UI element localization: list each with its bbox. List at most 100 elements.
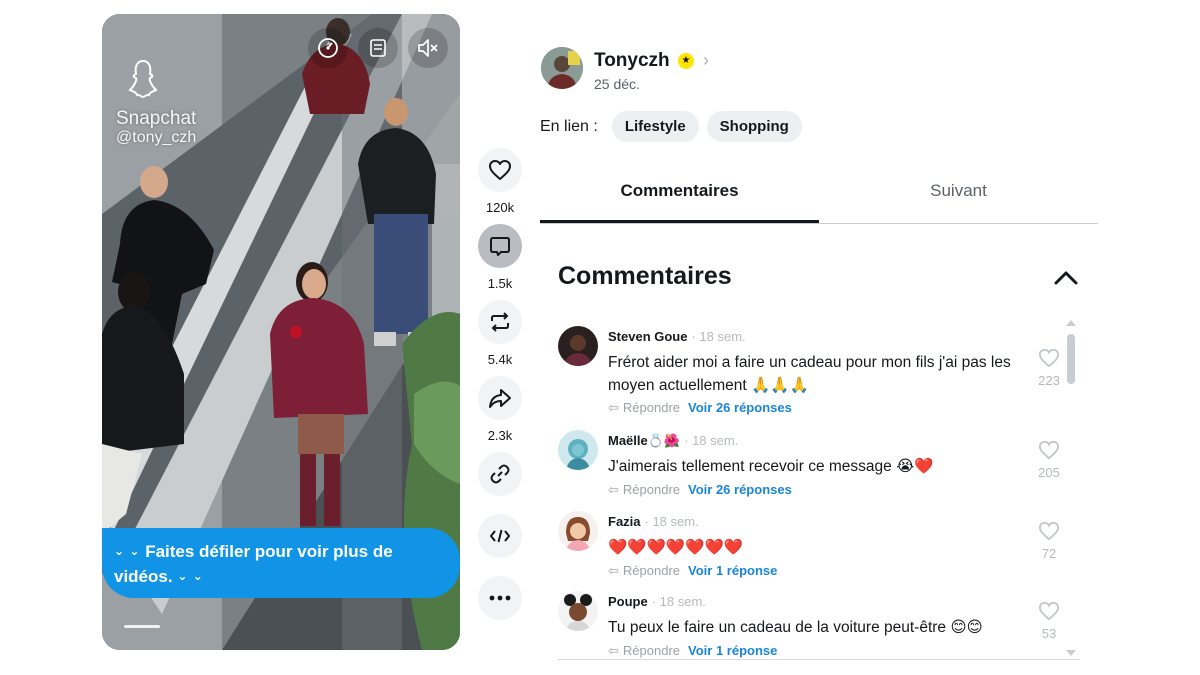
- comment-like-count: 72: [1041, 546, 1057, 561]
- share-icon[interactable]: [478, 376, 522, 420]
- comment-text: Frérot aider moi a faire un cadeau pour …: [608, 354, 1011, 394]
- copy-link-action[interactable]: [477, 452, 523, 496]
- mute-icon[interactable]: [408, 28, 448, 68]
- creator-username[interactable]: Tonyczh: [594, 50, 670, 72]
- comment-age: · 18 sem.: [691, 329, 746, 344]
- scroll-down-icon[interactable]: [1066, 650, 1076, 656]
- reply-icon: ⇦: [608, 482, 619, 497]
- reply-button[interactable]: Répondre: [623, 482, 680, 497]
- comment-meta: ⇦ Répondre Voir 1 réponse: [608, 563, 777, 579]
- view-replies-link[interactable]: Voir 1 réponse: [688, 643, 777, 658]
- remix-action[interactable]: 5.4k: [477, 300, 523, 367]
- commenter-avatar[interactable]: [558, 326, 598, 366]
- comment-like-count: 205: [1038, 465, 1060, 480]
- chevron-down-icon: ⌄ ⌄: [114, 544, 141, 558]
- comments-scrollbar[interactable]: [1066, 320, 1076, 656]
- comment-author[interactable]: Maëlle💍🌺 · 18 sem.: [608, 433, 738, 449]
- repost-icon[interactable]: [478, 300, 522, 344]
- topic-chip-shopping[interactable]: Shopping: [706, 111, 802, 142]
- comment-like[interactable]: 53: [1034, 601, 1064, 641]
- comment-like[interactable]: 205: [1034, 440, 1064, 480]
- heart-icon[interactable]: [1038, 521, 1060, 541]
- link-icon[interactable]: [478, 452, 522, 496]
- commenter-avatar[interactable]: [558, 430, 598, 470]
- share-action[interactable]: 2.3k: [477, 376, 523, 443]
- like-action[interactable]: 120k: [477, 148, 523, 215]
- more-action[interactable]: [477, 576, 523, 620]
- topic-chip-lifestyle[interactable]: Lifestyle: [611, 111, 699, 142]
- scroll-for-more-banner[interactable]: ⌄ ⌄ Faites défiler pour voir plus de vid…: [102, 528, 460, 598]
- scroll-up-icon[interactable]: [1066, 320, 1076, 326]
- chevron-right-icon[interactable]: ›: [703, 50, 709, 71]
- commenter-avatar[interactable]: [558, 511, 598, 551]
- snapchat-spotlight-page: Snapchat @tony_czh ⌄ ⌄ Faites défiler po…: [0, 0, 1200, 675]
- share-count: 2.3k: [487, 428, 513, 443]
- comment-author[interactable]: Fazia · 18 sem.: [608, 514, 699, 529]
- embed-action[interactable]: [477, 514, 523, 558]
- view-replies-link[interactable]: Voir 26 réponses: [688, 482, 792, 497]
- heart-icon[interactable]: [1038, 601, 1060, 621]
- creator-avatar[interactable]: [541, 47, 583, 89]
- heart-icon[interactable]: [1038, 348, 1060, 368]
- reply-icon: ⇦: [608, 643, 619, 658]
- reply-button[interactable]: Répondre: [623, 563, 680, 578]
- comment-action[interactable]: 1.5k: [477, 224, 523, 291]
- chevron-down-icon: ⌄ ⌄: [177, 569, 204, 583]
- embed-icon[interactable]: [478, 514, 522, 558]
- scroll-hint-line2: vidéos.: [114, 567, 173, 586]
- comment-author[interactable]: Poupe · 18 sem.: [608, 594, 706, 609]
- comment-text: J'aimerais tellement recevoir ce message…: [608, 458, 934, 475]
- comment-age: · 18 sem.: [684, 433, 739, 448]
- tab-following[interactable]: Suivant: [819, 168, 1098, 223]
- caption-icon[interactable]: [358, 28, 398, 68]
- comment-like[interactable]: 72: [1034, 521, 1064, 561]
- watermark-handle: @tony_czh: [116, 129, 197, 146]
- video-controls: [308, 28, 448, 68]
- view-replies-link[interactable]: Voir 26 réponses: [688, 400, 792, 415]
- comment-count: 1.5k: [487, 276, 513, 291]
- comment-text: Tu peux le faire un cadeau de la voiture…: [608, 619, 983, 636]
- commenter-avatar[interactable]: [558, 591, 598, 631]
- video-player[interactable]: Snapchat @tony_czh ⌄ ⌄ Faites défiler po…: [102, 14, 460, 650]
- comment-meta: ⇦ Répondre Voir 1 réponse: [608, 643, 777, 659]
- star-badge-icon: ★: [678, 53, 694, 69]
- comment-age: · 18 sem.: [644, 514, 699, 529]
- chevron-up-icon[interactable]: [1052, 264, 1080, 292]
- comment-like[interactable]: 223: [1034, 348, 1064, 388]
- linked-topics: En lien : Lifestyle Shopping: [540, 111, 802, 142]
- snapchat-watermark: Snapchat @tony_czh: [116, 58, 196, 147]
- video-progress-indicator: [124, 625, 160, 628]
- comment-item: Fazia · 18 sem. ❤️❤️❤️❤️❤️❤️❤️ ⇦ Répondre V…: [558, 503, 1060, 579]
- tab-comments[interactable]: Commentaires: [540, 168, 819, 223]
- remix-count: 5.4k: [487, 352, 513, 367]
- reply-icon: ⇦: [608, 563, 619, 578]
- comment-age: · 18 sem.: [651, 594, 706, 609]
- comment-like-count: 53: [1041, 626, 1057, 641]
- view-replies-link[interactable]: Voir 1 réponse: [688, 563, 777, 578]
- heart-icon[interactable]: [1038, 440, 1060, 460]
- comment-meta: ⇦ Répondre Voir 26 réponses: [608, 482, 792, 498]
- comment-item: Poupe · 18 sem. Tu peux le faire un cadea…: [558, 583, 1060, 659]
- reply-button[interactable]: Répondre: [623, 400, 680, 415]
- reply-button[interactable]: Répondre: [623, 643, 680, 658]
- comment-item: Steven Goue · 18 sem. Frérot aider moi a …: [558, 318, 1060, 420]
- ghost-logo-icon: [128, 59, 158, 99]
- reply-icon: ⇦: [608, 400, 619, 415]
- comment-list[interactable]: Steven Goue · 18 sem. Frérot aider moi a …: [558, 318, 1080, 658]
- comment-icon[interactable]: [478, 224, 522, 268]
- divider: [558, 659, 1080, 660]
- speedometer-icon[interactable]: [308, 28, 348, 68]
- content-tabs: Commentaires Suivant: [540, 168, 1098, 224]
- comment-text: ❤️❤️❤️❤️❤️❤️❤️: [608, 539, 744, 556]
- comment-like-count: 223: [1038, 373, 1060, 388]
- post-date: 25 déc.: [594, 76, 640, 92]
- heart-icon[interactable]: [478, 148, 522, 192]
- linked-label: En lien :: [540, 117, 598, 135]
- more-icon[interactable]: [478, 576, 522, 620]
- scroll-hint-line1: Faites défiler pour voir plus de: [145, 542, 393, 561]
- comment-author[interactable]: Steven Goue · 18 sem.: [608, 329, 746, 344]
- comment-item: Maëlle💍🌺 · 18 sem. J'aimerais tellement r…: [558, 422, 1060, 498]
- scrollbar-thumb[interactable]: [1067, 334, 1075, 384]
- like-count: 120k: [485, 200, 515, 215]
- comment-meta: ⇦ Répondre Voir 26 réponses: [608, 400, 792, 416]
